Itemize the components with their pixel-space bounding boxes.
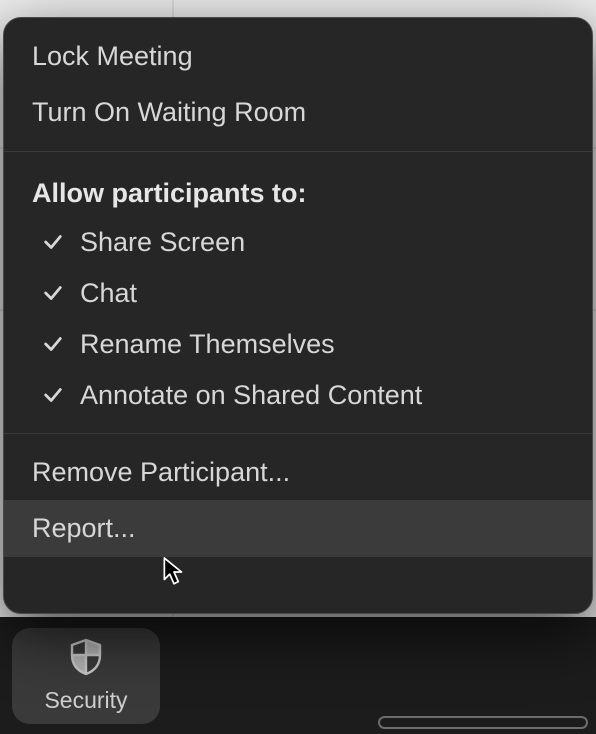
- menu-item-rename[interactable]: Rename Themselves: [4, 319, 592, 370]
- checkmark-icon: [42, 333, 64, 355]
- menu-item-label: Chat: [80, 278, 137, 309]
- checkmark-icon: [42, 384, 64, 406]
- menu-item-lock-meeting[interactable]: Lock Meeting: [4, 18, 592, 84]
- shield-icon: [69, 638, 103, 681]
- menu-item-label: Rename Themselves: [80, 329, 335, 360]
- menu-item-label: Remove Participant...: [32, 456, 290, 488]
- security-menu-popover: Lock Meeting Turn On Waiting Room Allow …: [3, 17, 593, 614]
- security-button[interactable]: Security: [12, 628, 160, 724]
- security-button-label: Security: [44, 687, 127, 714]
- menu-section-header-allow: Allow participants to:: [4, 166, 592, 217]
- menu-separator: [4, 433, 592, 434]
- checkmark-icon: [42, 231, 64, 253]
- menu-item-chat[interactable]: Chat: [4, 268, 592, 319]
- menu-item-waiting-room[interactable]: Turn On Waiting Room: [4, 84, 592, 136]
- menu-item-label: Turn On Waiting Room: [32, 96, 306, 128]
- checkmark-icon: [42, 282, 64, 304]
- menu-item-label: Annotate on Shared Content: [80, 380, 422, 411]
- menu-separator: [4, 151, 592, 152]
- meeting-toolbar: Security: [0, 617, 596, 734]
- menu-item-report[interactable]: Report...: [4, 500, 592, 556]
- menu-item-share-screen[interactable]: Share Screen: [4, 217, 592, 268]
- menu-item-label: Report...: [32, 512, 136, 544]
- menu-item-label: Share Screen: [80, 227, 245, 258]
- menu-item-annotate[interactable]: Annotate on Shared Content: [4, 370, 592, 419]
- horizontal-scrollbar[interactable]: [378, 716, 588, 729]
- menu-item-label: Lock Meeting: [32, 40, 193, 72]
- menu-item-remove-participant[interactable]: Remove Participant...: [4, 448, 592, 500]
